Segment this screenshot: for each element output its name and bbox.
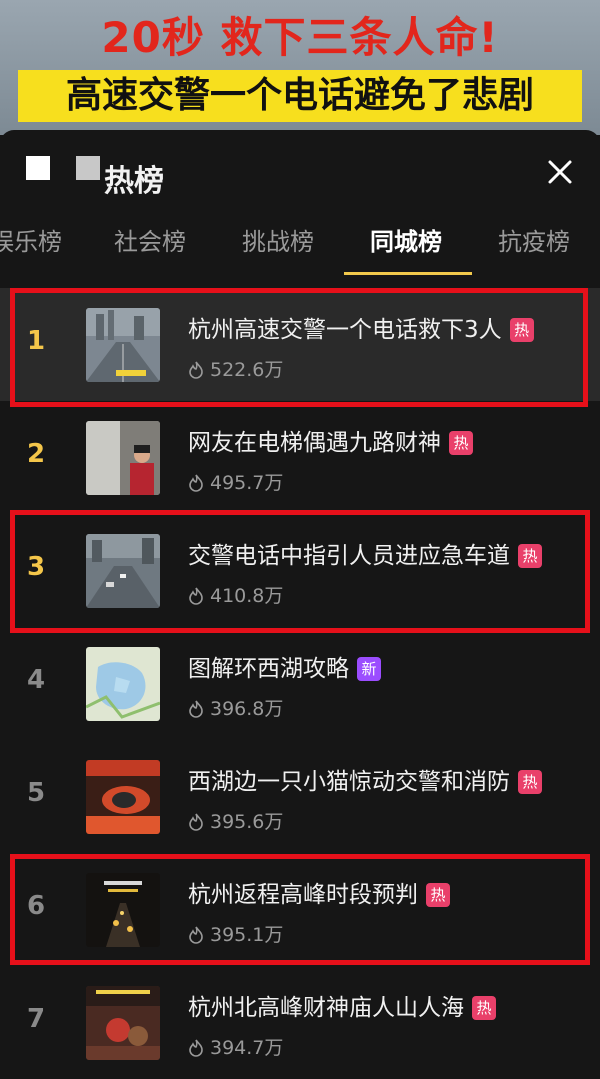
item-title: 网友在电梯偶遇九路财神热 — [188, 423, 473, 457]
flame-icon — [188, 813, 204, 836]
tab-challenge[interactable]: 挑战榜 — [242, 222, 314, 257]
panel-title: 热榜 — [104, 164, 164, 199]
banner-subheadline: 高速交警一个电话避免了悲剧 — [18, 70, 582, 122]
list-item[interactable]: 4 图解环西湖攻略新 396.8万 — [0, 627, 600, 740]
heat-count: 495.7万 — [188, 468, 283, 497]
thumbnail — [86, 986, 160, 1060]
tab-local[interactable]: 同城榜 — [370, 222, 442, 257]
thumbnail — [86, 760, 160, 834]
item-title: 西湖边一只小猫惊动交警和消防热 — [188, 762, 542, 796]
tab-society[interactable]: 社会榜 — [114, 222, 186, 257]
flame-icon — [188, 700, 204, 723]
highlight-box — [10, 288, 588, 407]
heat-count: 396.8万 — [188, 694, 283, 723]
thumbnail — [86, 647, 160, 721]
square-icon — [26, 156, 50, 180]
rank-number: 5 — [26, 778, 46, 808]
new-badge: 新 — [357, 657, 381, 681]
list-item[interactable]: 5 西湖边一只小猫惊动交警和消防热 395.6万 — [0, 740, 600, 853]
hot-badge: 热 — [518, 770, 542, 794]
highlight-box — [10, 510, 590, 633]
hot-badge: 热 — [472, 996, 496, 1020]
close-icon[interactable] — [536, 152, 584, 192]
item-title: 杭州北高峰财神庙人山人海热 — [188, 988, 496, 1022]
item-title: 图解环西湖攻略新 — [188, 649, 381, 683]
tab-entertainment[interactable]: 娱乐榜 — [0, 222, 62, 257]
category-tabs: 娱乐榜 社会榜 挑战榜 同城榜 抗疫榜 — [0, 214, 600, 276]
square-icon — [76, 156, 100, 180]
flame-icon — [188, 474, 204, 497]
rank-number: 7 — [26, 1004, 46, 1034]
heat-count: 395.6万 — [188, 807, 283, 836]
list-item[interactable]: 7 杭州北高峰财神庙人山人海热 394.7万 — [0, 966, 600, 1079]
hot-badge: 热 — [449, 431, 473, 455]
rank-number: 4 — [26, 665, 46, 695]
list-item[interactable]: 2 网友在电梯偶遇九路财神热 495.7万 — [0, 401, 600, 514]
thumbnail — [86, 421, 160, 495]
flame-icon — [188, 1039, 204, 1062]
banner-headline: 20秒 救下三条人命! — [101, 13, 499, 62]
active-tab-indicator — [344, 272, 472, 275]
rank-number: 2 — [26, 439, 46, 469]
video-banner: 20秒 救下三条人命! 高速交警一个电话避免了悲剧 — [0, 0, 600, 135]
highlight-box — [10, 854, 590, 965]
heat-count: 394.7万 — [188, 1033, 283, 1062]
tab-antiepidemic[interactable]: 抗疫榜 — [498, 222, 570, 257]
